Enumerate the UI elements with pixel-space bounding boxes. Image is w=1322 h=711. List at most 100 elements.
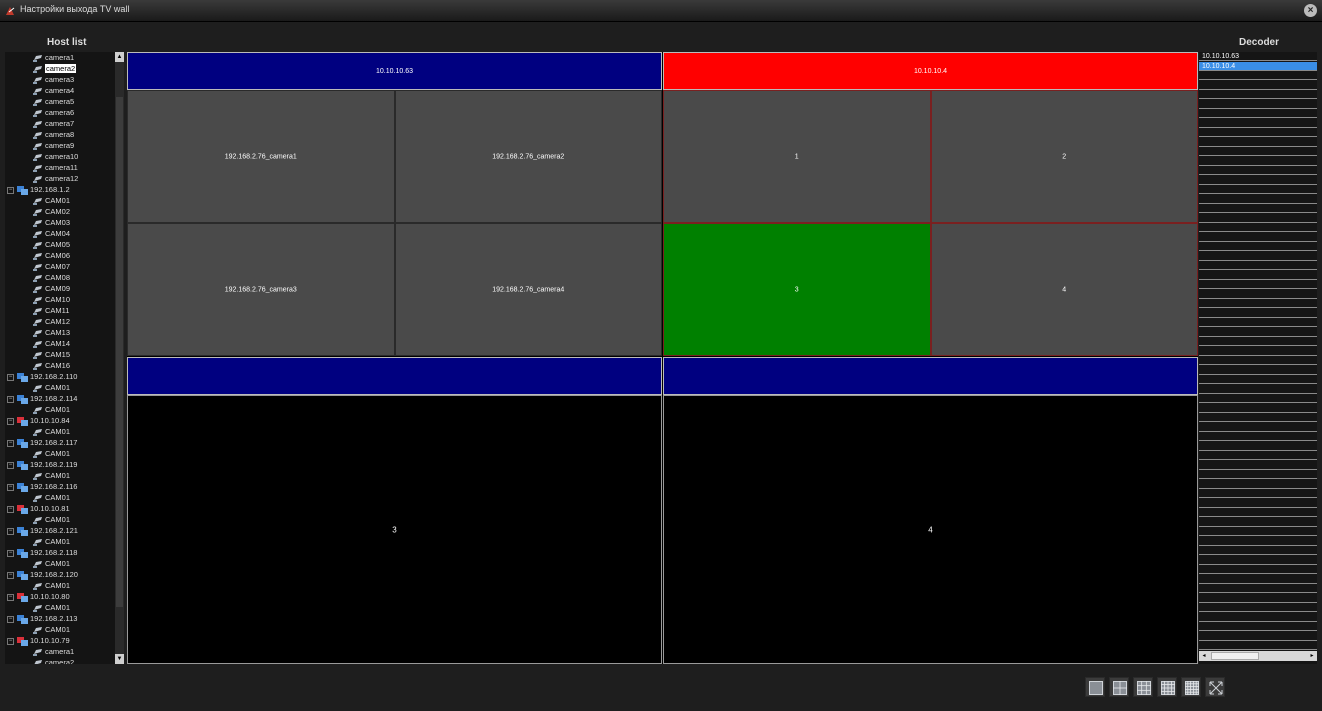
tree-camera-node[interactable]: camera2 [33, 657, 74, 664]
tree-camera-node[interactable]: camera9 [33, 140, 74, 151]
decoder-row[interactable] [1199, 214, 1317, 223]
close-button[interactable]: × [1304, 4, 1317, 17]
tree-camera-node[interactable]: camera2 [33, 63, 77, 74]
decoder-row[interactable] [1199, 527, 1317, 536]
tree-camera-node[interactable]: camera3 [33, 74, 74, 85]
decoder-row[interactable] [1199, 622, 1317, 631]
scrollbar-thumb[interactable] [116, 97, 123, 607]
tree-camera-node[interactable]: CAM15 [33, 349, 70, 360]
decoder-row[interactable] [1199, 489, 1317, 498]
tree-host-node[interactable]: − 192.168.2.116 [7, 481, 77, 492]
decoder-row[interactable] [1199, 166, 1317, 175]
decoder-row[interactable] [1199, 195, 1317, 204]
tree-camera-node[interactable]: camera4 [33, 85, 74, 96]
wall-cell[interactable]: 192.168.2.76_camera3 [127, 223, 395, 356]
tree-camera-node[interactable]: CAM01 [33, 492, 70, 503]
decoder-row[interactable] [1199, 366, 1317, 375]
wall-cell[interactable]: 3 [663, 223, 931, 356]
decoder-row[interactable] [1199, 337, 1317, 346]
decoder-row[interactable] [1199, 318, 1317, 327]
scroll-right-icon[interactable]: ▸ [1307, 651, 1317, 661]
decoder-row[interactable] [1199, 375, 1317, 384]
tree-host-node[interactable]: − 192.168.2.120 [7, 569, 78, 580]
decoder-row[interactable] [1199, 546, 1317, 555]
decoder-row[interactable] [1199, 109, 1317, 118]
scrollbar-thumb[interactable] [1211, 652, 1259, 660]
tree-camera-node[interactable]: CAM01 [33, 382, 70, 393]
decoder-row[interactable] [1199, 565, 1317, 574]
tree-host-node[interactable]: − 10.10.10.80 [7, 591, 70, 602]
decoder-row[interactable] [1199, 128, 1317, 137]
host-list-scrollbar[interactable]: ▲ ▼ [115, 52, 124, 664]
decoder-row[interactable] [1199, 119, 1317, 128]
decoder-row[interactable] [1199, 499, 1317, 508]
tree-camera-node[interactable]: camera7 [33, 118, 74, 129]
decoder-row[interactable] [1199, 641, 1317, 650]
fullscreen-button[interactable] [1205, 677, 1225, 697]
tree-camera-node[interactable]: CAM01 [33, 404, 70, 415]
layout-4x4-button[interactable] [1157, 677, 1177, 697]
decoder-row[interactable] [1199, 100, 1317, 109]
decoder-row[interactable] [1199, 423, 1317, 432]
decoder-row[interactable] [1199, 356, 1317, 365]
tree-camera-node[interactable]: CAM01 [33, 470, 70, 481]
decoder-row[interactable] [1199, 185, 1317, 194]
tree-camera-node[interactable]: CAM01 [33, 580, 70, 591]
decoder-row[interactable] [1199, 470, 1317, 479]
collapse-icon[interactable]: − [7, 549, 14, 557]
tree-host-node[interactable]: − 192.168.1.2 [7, 184, 70, 195]
tree-host-node[interactable]: − 192.168.2.117 [7, 437, 77, 448]
collapse-icon[interactable]: − [7, 461, 14, 469]
decoder-row[interactable] [1199, 138, 1317, 147]
tree-host-node[interactable]: − 192.168.2.118 [7, 547, 77, 558]
screen-header[interactable]: 10.10.10.4 [663, 52, 1198, 90]
collapse-icon[interactable]: − [7, 483, 14, 491]
screen-header[interactable] [127, 357, 662, 395]
decoder-row[interactable] [1199, 328, 1317, 337]
decoder-row[interactable] [1199, 584, 1317, 593]
tree-host-node[interactable]: − 192.168.2.113 [7, 613, 77, 624]
tree-host-node[interactable]: − 10.10.10.84 [7, 415, 70, 426]
tree-camera-node[interactable]: CAM01 [33, 558, 70, 569]
wall-cell[interactable]: 192.168.2.76_camera1 [127, 90, 395, 223]
decoder-row[interactable]: 10.10.10.63 [1199, 52, 1317, 61]
decoder-row[interactable] [1199, 404, 1317, 413]
decoder-row[interactable] [1199, 385, 1317, 394]
tree-host-node[interactable]: − 10.10.10.79 [7, 635, 70, 646]
tree-camera-node[interactable]: CAM01 [33, 448, 70, 459]
collapse-icon[interactable]: − [7, 395, 14, 403]
decoder-row[interactable] [1199, 261, 1317, 270]
wall-cell[interactable]: 4 [663, 395, 1198, 664]
tree-camera-node[interactable]: CAM06 [33, 250, 70, 261]
wall-cell[interactable]: 3 [127, 395, 662, 664]
decoder-row[interactable] [1199, 223, 1317, 232]
tree-camera-node[interactable]: CAM01 [33, 514, 70, 525]
tree-camera-node[interactable]: CAM16 [33, 360, 70, 371]
tree-camera-node[interactable]: CAM01 [33, 624, 70, 635]
decoder-row[interactable] [1199, 413, 1317, 422]
collapse-icon[interactable]: − [7, 527, 14, 535]
tree-camera-node[interactable]: camera1 [33, 52, 74, 63]
tree-camera-node[interactable]: CAM11 [33, 305, 69, 316]
layout-2x2-button[interactable] [1109, 677, 1129, 697]
decoder-row[interactable] [1199, 556, 1317, 565]
wall-cell[interactable]: 192.168.2.76_camera4 [394, 223, 662, 356]
scroll-up-icon[interactable]: ▲ [115, 52, 124, 62]
tree-camera-node[interactable]: camera8 [33, 129, 74, 140]
decoder-scrollbar[interactable]: ◂ ▸ [1199, 651, 1317, 661]
tree-camera-node[interactable]: CAM13 [33, 327, 70, 338]
collapse-icon[interactable]: − [7, 615, 14, 623]
screen-header[interactable] [663, 357, 1198, 395]
tree-camera-node[interactable]: camera5 [33, 96, 74, 107]
decoder-row[interactable] [1199, 394, 1317, 403]
decoder-row[interactable] [1199, 480, 1317, 489]
collapse-icon[interactable]: − [7, 186, 14, 194]
tree-camera-node[interactable]: CAM01 [33, 602, 70, 613]
decoder-row[interactable] [1199, 613, 1317, 622]
decoder-row[interactable] [1199, 252, 1317, 261]
tree-host-node[interactable]: − 192.168.2.119 [7, 459, 77, 470]
tree-host-node[interactable]: − 192.168.2.121 [7, 525, 78, 536]
layout-1x1-button[interactable] [1085, 677, 1105, 697]
collapse-icon[interactable]: − [7, 417, 14, 425]
decoder-row[interactable] [1199, 442, 1317, 451]
